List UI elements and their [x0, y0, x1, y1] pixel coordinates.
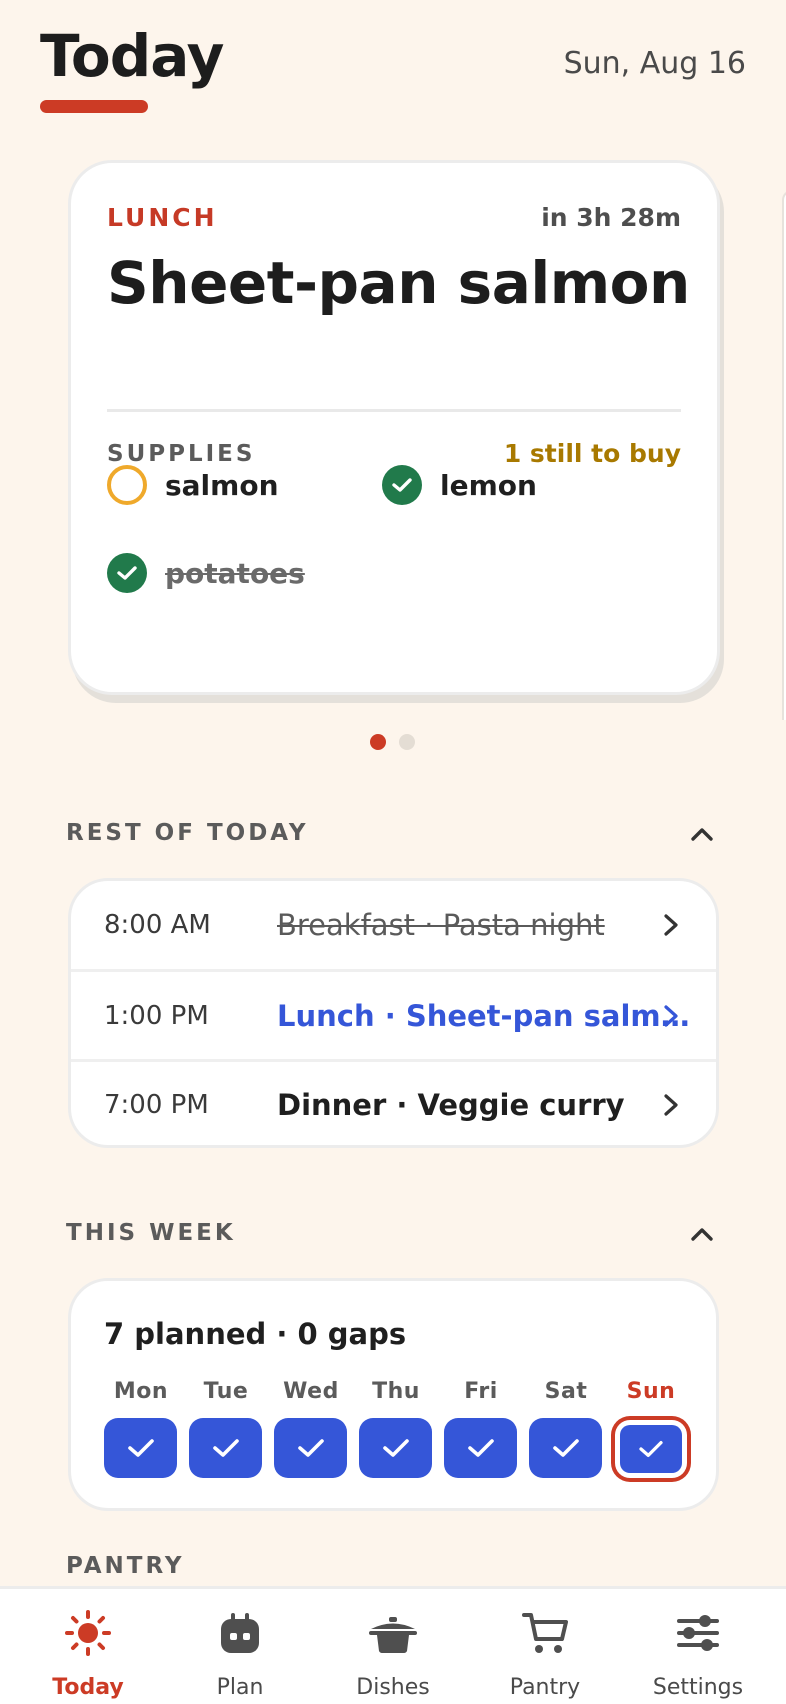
- nav-settings[interactable]: Settings: [623, 1589, 773, 1704]
- next-meal-card[interactable]: LUNCH in 3h 28m Sheet-pan salmon SUPPLIE…: [68, 160, 720, 695]
- checkmark-icon: [552, 1439, 579, 1457]
- supplies-title: SUPPLIES: [107, 441, 256, 467]
- supply-name: potatoes: [165, 556, 305, 590]
- day-sat[interactable]: Sat: [529, 1379, 603, 1478]
- pantry-heading: PANTRY: [66, 1553, 185, 1579]
- nav-dishes[interactable]: Dishes: [318, 1589, 468, 1704]
- supplies-status: 1 still to buy: [503, 439, 681, 468]
- bottom-nav: Today Plan Dishes Pantry Settings: [0, 1586, 786, 1704]
- day-check-box[interactable]: [359, 1418, 432, 1478]
- nav-label: Dishes: [356, 1675, 430, 1700]
- nav-label: Settings: [652, 1675, 744, 1700]
- day-check-box-today[interactable]: [620, 1425, 682, 1473]
- day-sun[interactable]: Sun: [614, 1379, 688, 1473]
- sliders-icon: [677, 1615, 719, 1651]
- chevron-right-icon: [664, 1005, 678, 1027]
- check-circle-icon[interactable]: [382, 465, 422, 505]
- next-card-peek[interactable]: [782, 190, 786, 720]
- supply-item-potatoes[interactable]: potatoes: [107, 553, 305, 593]
- supply-item-salmon[interactable]: salmon: [107, 465, 279, 505]
- day-check-box[interactable]: [444, 1418, 517, 1478]
- pot-icon: [369, 1617, 417, 1653]
- page-title: Today: [40, 22, 224, 90]
- card-divider: [107, 409, 681, 412]
- current-date: Sun, Aug 16: [563, 46, 746, 81]
- check-circle-icon[interactable]: [107, 553, 147, 593]
- day-label: Thu: [372, 1379, 420, 1404]
- day-label: Fri: [464, 1379, 498, 1404]
- supply-item-lemon[interactable]: lemon: [382, 465, 537, 505]
- row-meal: Dinner · Veggie curry: [277, 1088, 625, 1122]
- this-week-heading: THIS WEEK: [66, 1220, 236, 1246]
- meal-countdown: in 3h 28m: [541, 203, 681, 232]
- day-check-box[interactable]: [274, 1418, 347, 1478]
- day-thu[interactable]: Thu: [359, 1379, 433, 1478]
- day-label: Wed: [283, 1379, 339, 1404]
- day-check-box[interactable]: [189, 1418, 262, 1478]
- day-label: Sat: [544, 1379, 588, 1404]
- row-meal: Lunch · Sheet-pan salm…: [277, 999, 690, 1033]
- collapse-chevron-icon[interactable]: [688, 820, 716, 848]
- nav-label: Plan: [216, 1675, 264, 1700]
- row-time: 8:00 AM: [104, 910, 211, 940]
- dish-name: Sheet-pan salmon: [107, 249, 690, 317]
- nav-pantry[interactable]: Pantry: [470, 1589, 620, 1704]
- meal-label: LUNCH: [107, 203, 218, 232]
- pager-dot[interactable]: [399, 734, 415, 750]
- title-underline: [40, 100, 148, 113]
- checkmark-icon: [382, 1439, 409, 1457]
- unchecked-circle-icon[interactable]: [107, 465, 147, 505]
- cart-icon: [522, 1613, 568, 1653]
- checkmark-icon: [639, 1441, 663, 1457]
- robot-icon: [221, 1613, 259, 1653]
- this-week-card: 7 planned · 0 gaps Mon Tue Wed Thu Fri S…: [68, 1278, 719, 1511]
- sun-icon: [65, 1610, 111, 1656]
- day-mon[interactable]: Mon: [104, 1379, 178, 1478]
- pager-dot-active[interactable]: [370, 734, 386, 750]
- checkmark-icon: [212, 1439, 239, 1457]
- row-time: 1:00 PM: [104, 1001, 209, 1031]
- row-meal: Breakfast · Pasta night: [277, 908, 605, 942]
- supply-name: salmon: [165, 468, 279, 502]
- chevron-right-icon: [664, 1094, 678, 1116]
- checkmark-icon: [297, 1439, 324, 1457]
- next-meal-card-wrapper: LUNCH in 3h 28m Sheet-pan salmon SUPPLIE…: [68, 160, 720, 695]
- nav-label: Today: [52, 1675, 124, 1700]
- rest-of-today-list: 8:00 AM Breakfast · Pasta night 1:00 PM …: [68, 878, 719, 1148]
- rest-of-today-heading: REST OF TODAY: [66, 820, 309, 846]
- nav-label: Pantry: [509, 1675, 581, 1700]
- chevron-right-icon: [664, 914, 678, 936]
- day-wed[interactable]: Wed: [274, 1379, 348, 1478]
- card-pager[interactable]: [370, 734, 415, 750]
- row-time: 7:00 PM: [104, 1090, 209, 1120]
- day-fri[interactable]: Fri: [444, 1379, 518, 1478]
- schedule-row[interactable]: 8:00 AM Breakfast · Pasta night: [71, 881, 716, 969]
- nav-plan[interactable]: Plan: [165, 1589, 315, 1704]
- day-label: Tue: [203, 1379, 249, 1404]
- checkmark-icon: [127, 1439, 154, 1457]
- schedule-row[interactable]: 7:00 PM Dinner · Veggie curry: [71, 1061, 716, 1145]
- day-label: Mon: [113, 1379, 169, 1404]
- collapse-chevron-icon[interactable]: [688, 1220, 716, 1248]
- schedule-row[interactable]: 1:00 PM Lunch · Sheet-pan salm…: [71, 972, 716, 1060]
- day-label: Sun: [626, 1379, 676, 1404]
- day-tue[interactable]: Tue: [189, 1379, 263, 1478]
- week-summary: 7 planned · 0 gaps: [104, 1317, 407, 1351]
- nav-today[interactable]: Today: [13, 1589, 163, 1704]
- day-check-box[interactable]: [104, 1418, 177, 1478]
- supply-name: lemon: [440, 468, 537, 502]
- checkmark-icon: [467, 1439, 494, 1457]
- day-check-box[interactable]: [529, 1418, 602, 1478]
